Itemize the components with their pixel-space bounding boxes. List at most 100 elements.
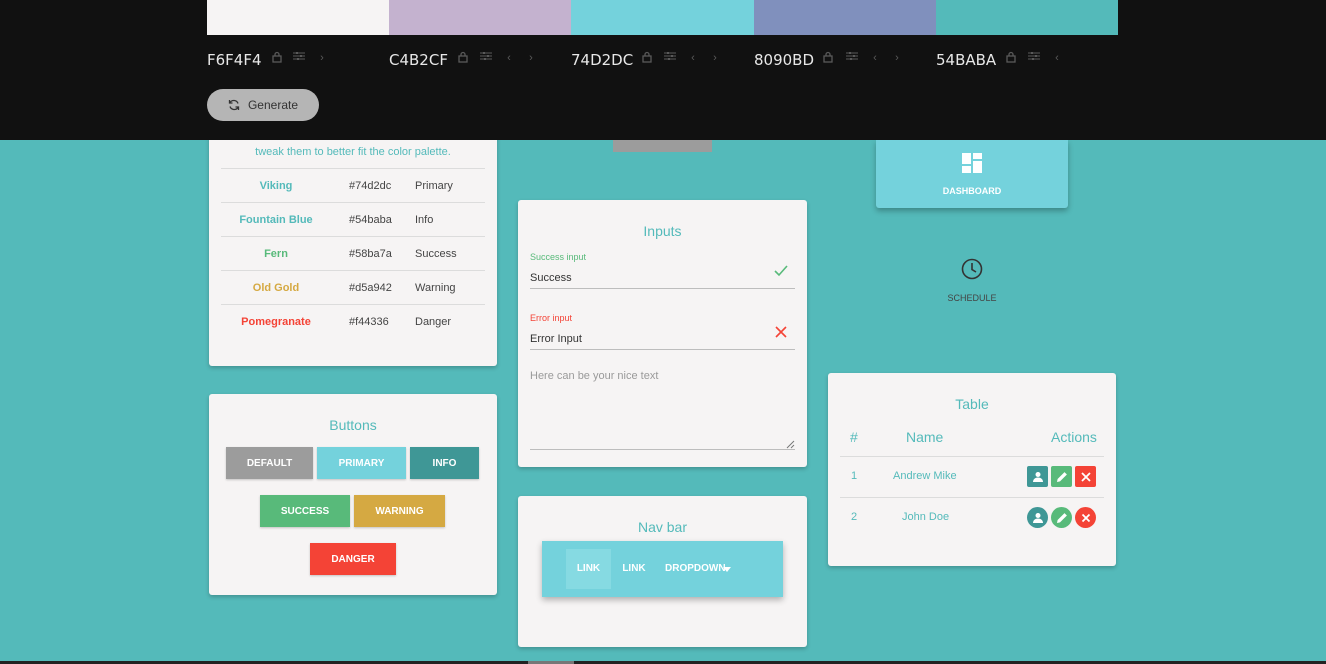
row-name: Andrew Mike: [893, 470, 957, 482]
color-type: Warning: [415, 282, 456, 294]
hex-label-4[interactable]: 8090BD: [754, 51, 814, 69]
chevron-right-icon[interactable]: ›: [709, 51, 721, 65]
color-row: Pomegranate #f44336 Danger: [221, 304, 485, 338]
swatch-4[interactable]: [754, 0, 936, 35]
table-card: Table # Name Actions 1 Andrew Mike 2 Joh…: [828, 373, 1116, 566]
palette-toolbar: F6F4F4 › C4B2CF ‹ › 74D2DC ‹ › 8090BD ‹ …: [0, 0, 1326, 140]
edit-button[interactable]: [1051, 507, 1072, 528]
color-type: Primary: [415, 180, 453, 192]
nav-link-1[interactable]: LINK: [566, 541, 611, 597]
chevron-left-icon[interactable]: ‹: [503, 51, 515, 65]
primary-button[interactable]: Primary: [317, 447, 406, 479]
dashboard-icon: [962, 153, 982, 173]
color-hex: #f44336: [349, 316, 389, 328]
chevron-right-icon[interactable]: ›: [525, 51, 537, 65]
color-name: Fern: [264, 248, 288, 260]
close-icon: [1081, 513, 1090, 522]
table-header-num: #: [850, 429, 858, 445]
hex-label-5[interactable]: 54BABA: [936, 51, 996, 69]
adjust-icon[interactable]: [1028, 51, 1040, 65]
refresh-icon: [228, 99, 240, 111]
buttons-title: Buttons: [329, 417, 377, 433]
delete-button[interactable]: [1075, 507, 1096, 528]
nav-link-2[interactable]: LINK: [619, 541, 649, 597]
pencil-icon: [1056, 471, 1067, 482]
view-user-button[interactable]: [1027, 466, 1048, 487]
chevron-right-icon[interactable]: ›: [316, 51, 328, 65]
color-name: Old Gold: [252, 282, 300, 294]
color-hex: #58ba7a: [349, 248, 392, 260]
table-header-name: Name: [906, 429, 944, 445]
adjust-icon[interactable]: [846, 51, 858, 65]
inputs-title: Inputs: [643, 223, 682, 239]
adjust-icon[interactable]: [293, 51, 305, 65]
color-hex: #d5a942: [349, 282, 392, 294]
danger-button[interactable]: Danger: [310, 543, 396, 575]
colors-card: tweak them to better fit the color palet…: [209, 130, 497, 366]
text-area[interactable]: [530, 370, 795, 450]
swatch-3[interactable]: [571, 0, 754, 35]
close-icon: [775, 326, 787, 338]
warning-button[interactable]: Warning: [354, 495, 445, 527]
dashboard-menu-item[interactable]: DASHBOARD: [876, 140, 1068, 208]
color-name: Fountain Blue: [239, 214, 313, 226]
inputs-card: Inputs Success input Error input: [518, 200, 807, 467]
hex-label-2[interactable]: C4B2CF: [389, 51, 448, 69]
navbar-title: Nav bar: [637, 519, 688, 535]
swatch-2[interactable]: [389, 0, 571, 35]
edit-button[interactable]: [1051, 466, 1072, 487]
error-input[interactable]: [530, 328, 795, 350]
chevron-left-icon[interactable]: ‹: [687, 51, 699, 65]
adjust-icon[interactable]: [480, 51, 492, 65]
caret-down-icon[interactable]: [723, 567, 731, 572]
lock-icon[interactable]: [641, 51, 653, 65]
row-number: 1: [851, 470, 858, 482]
color-hex: #74d2dc: [349, 180, 392, 192]
success-input[interactable]: [530, 267, 795, 289]
lock-icon[interactable]: [822, 51, 834, 65]
close-icon: [1080, 471, 1091, 482]
delete-button[interactable]: [1075, 466, 1096, 487]
color-type: Info: [415, 214, 434, 226]
table-header-actions: Actions: [1051, 429, 1097, 445]
user-icon: [1032, 471, 1043, 482]
row-number: 2: [851, 511, 858, 523]
adjust-icon[interactable]: [664, 51, 676, 65]
swatch-5[interactable]: [936, 0, 1118, 35]
info-button[interactable]: Info: [410, 447, 479, 479]
placeholder-block: [613, 140, 712, 152]
lock-icon[interactable]: [271, 51, 283, 65]
colors-intro: tweak them to better fit the color palet…: [255, 146, 451, 158]
generate-button[interactable]: Generate: [207, 89, 319, 121]
nav-dropdown[interactable]: DROPDOWN: [665, 541, 726, 597]
color-row: Viking #74d2dc Primary: [221, 168, 485, 202]
lock-icon[interactable]: [457, 51, 469, 65]
divider: [840, 456, 1104, 457]
error-input-label: Error input: [530, 313, 573, 323]
color-name: Pomegranate: [241, 316, 311, 328]
color-name: Viking: [259, 180, 293, 192]
clock-icon[interactable]: [961, 258, 983, 280]
color-hex: #54baba: [349, 214, 392, 226]
color-type: Danger: [415, 316, 452, 328]
resize-handle-icon[interactable]: [786, 440, 795, 449]
chevron-left-icon[interactable]: ‹: [869, 51, 881, 65]
navbar: LINK LINK DROPDOWN: [542, 541, 783, 597]
lock-icon[interactable]: [1005, 51, 1017, 65]
success-button[interactable]: Success: [260, 495, 350, 527]
navbar-card: Nav bar LINK LINK DROPDOWN: [518, 496, 807, 647]
chevron-right-icon[interactable]: ›: [891, 51, 903, 65]
user-icon: [1032, 512, 1043, 523]
row-name: John Doe: [902, 511, 950, 523]
swatch-1[interactable]: [207, 0, 389, 35]
buttons-card: Buttons Default Primary Info Success War…: [209, 394, 497, 595]
hex-label-1[interactable]: F6F4F4: [207, 51, 262, 69]
default-button[interactable]: Default: [226, 447, 313, 479]
color-row: Old Gold #d5a942 Warning: [221, 270, 485, 304]
hex-label-3[interactable]: 74D2DC: [571, 51, 633, 69]
schedule-label[interactable]: SCHEDULE: [876, 293, 1068, 303]
chevron-left-icon[interactable]: ‹: [1051, 51, 1063, 65]
view-user-button[interactable]: [1027, 507, 1048, 528]
table-title: Table: [955, 396, 989, 412]
generate-label: Generate: [247, 98, 299, 112]
